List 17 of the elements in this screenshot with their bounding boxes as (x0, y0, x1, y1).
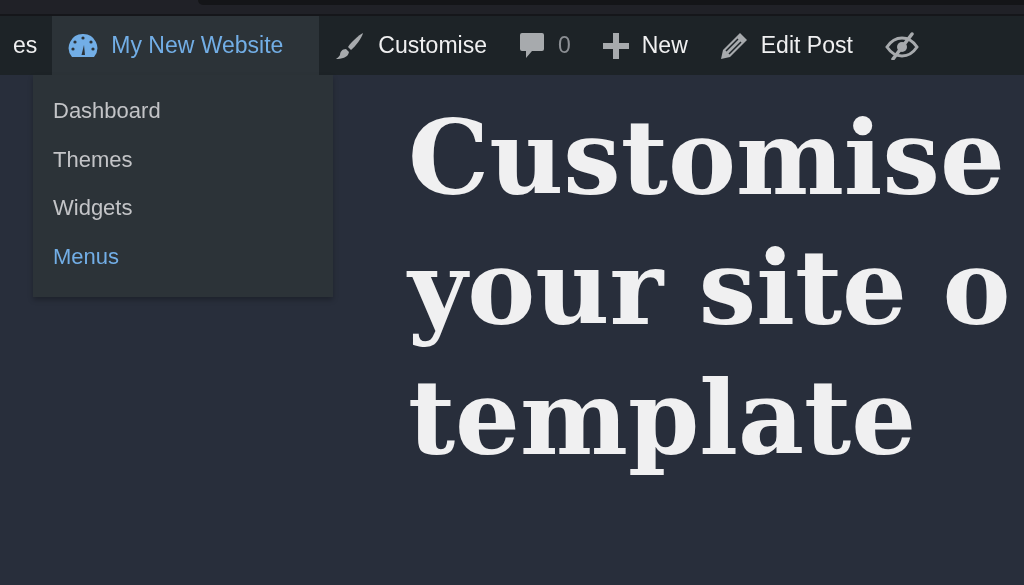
pencil-icon (719, 31, 748, 60)
admin-bar-item[interactable]: es (0, 16, 53, 75)
admin-bar-item[interactable]: Edit Post (703, 16, 869, 75)
menu-item[interactable]: Dashboard (33, 87, 333, 136)
admin-bar-item[interactable]: New (586, 16, 704, 75)
page-heading: Customise your site o template (408, 97, 1012, 480)
admin-bar-item[interactable]: Customise (319, 16, 503, 75)
plus-icon (602, 32, 629, 59)
admin-bar-item[interactable]: 0 (502, 16, 587, 75)
admin-bar-item[interactable]: My New Website (52, 16, 320, 75)
menu-item[interactable]: Menus (33, 232, 333, 281)
menu-item[interactable]: Themes (33, 135, 333, 184)
comment-icon (518, 31, 545, 60)
menu-item[interactable]: Widgets (33, 184, 333, 233)
hidden-eye-icon (884, 31, 919, 60)
gauge-icon (68, 32, 99, 59)
brush-icon (335, 30, 366, 61)
